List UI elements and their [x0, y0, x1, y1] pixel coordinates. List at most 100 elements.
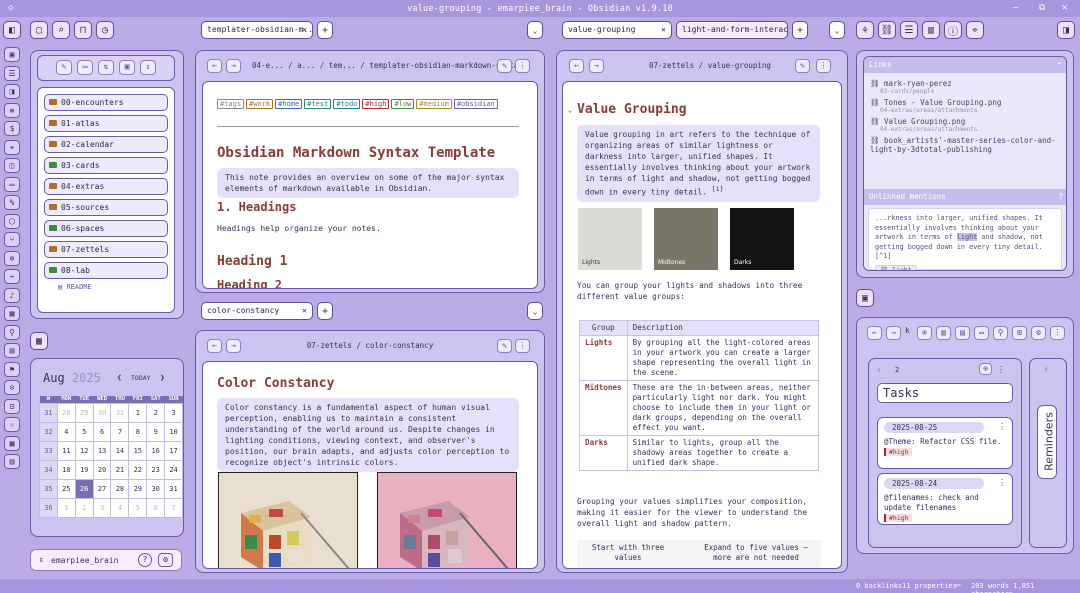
lane-add-icon[interactable]: ⊕ — [979, 363, 992, 375]
search-icon[interactable]: ⌕ — [52, 21, 70, 39]
note-icon[interactable]: ▤ — [955, 326, 970, 340]
folder-item[interactable]: 04-extras — [44, 178, 168, 195]
calendar-day[interactable]: 9 — [146, 421, 166, 442]
grid-icon[interactable]: ▦ — [4, 306, 20, 321]
calendar-prev-icon[interactable]: ❮ — [117, 373, 122, 382]
share-icon[interactable]: ⑂ — [4, 232, 20, 247]
minimize-icon[interactable]: — — [1013, 3, 1018, 13]
grid-icon[interactable]: ⊞ — [1012, 326, 1027, 340]
calendar-day[interactable]: 17 — [164, 440, 183, 461]
task-tag[interactable]: #high — [884, 448, 912, 456]
kanban-view-icon[interactable]: ▣ — [856, 289, 874, 307]
tab-light-and-form[interactable]: light-and-form-interaction — [676, 21, 788, 39]
calendar-day[interactable]: 1 — [56, 497, 76, 518]
add-icon[interactable]: ⊕ — [917, 326, 932, 340]
outline-icon[interactable]: ☰ — [900, 21, 918, 39]
link-item[interactable]: ⛓ mark-ryan-perez 03-cards/people — [870, 79, 1060, 95]
tag-pill[interactable]: #medium — [416, 99, 452, 109]
cube-icon[interactable]: ⬡ — [4, 213, 20, 229]
calendar-day[interactable]: 2 — [146, 402, 166, 423]
calendar-day[interactable]: 12 — [74, 440, 94, 461]
calendar-day[interactable]: 4 — [110, 497, 130, 518]
folder-item[interactable]: 00-encounters — [44, 94, 168, 111]
calendar-day[interactable]: 24 — [164, 459, 183, 480]
calendar-day[interactable]: 16 — [146, 440, 166, 461]
calendar-day[interactable]: 15 — [128, 440, 148, 461]
calendar-day[interactable]: 6 — [92, 421, 112, 442]
new-tab-button[interactable]: + — [317, 302, 333, 320]
tab-templater[interactable]: templater-obsidian-m... ✕ — [201, 21, 313, 39]
calendar-day[interactable]: 28 — [56, 402, 76, 423]
calendar-day[interactable]: 22 — [128, 459, 148, 480]
folder-item[interactable]: 02-calendar — [44, 136, 168, 153]
calendar-day[interactable]: 8 — [128, 421, 148, 442]
lane-collapse-icon[interactable]: ⇕ — [877, 366, 881, 374]
layers-icon[interactable]: ▭ — [4, 176, 20, 192]
calendar-day[interactable]: 5 — [74, 421, 94, 442]
calendar-day[interactable]: 1 — [128, 402, 148, 423]
calendar-day[interactable]: 7 — [164, 497, 183, 518]
lane-more-icon[interactable]: ⋮ — [997, 365, 1005, 374]
more-options-icon[interactable]: ⋮ — [515, 339, 530, 353]
percent-icon[interactable]: % — [4, 195, 20, 210]
breadcrumb[interactable]: 04-e... / a... / tem... / templater-obsi… — [252, 61, 523, 70]
task-more-icon[interactable]: ⋮ — [998, 422, 1006, 431]
edit-pencil-icon[interactable]: ✎ — [795, 59, 810, 73]
files-icon[interactable]: ▣ — [4, 47, 20, 62]
bookmark-icon[interactable]: ◨ — [4, 84, 20, 99]
task-more-icon[interactable]: ⋮ — [998, 478, 1006, 487]
calendar-day[interactable]: 26 — [74, 478, 94, 499]
fold-chevron-icon[interactable]: ⌄ — [568, 106, 572, 114]
tab-list-chevron-icon[interactable]: ⌄ — [527, 302, 543, 320]
help-icon[interactable]: ? — [138, 553, 152, 567]
mic-icon[interactable]: ♪ — [4, 287, 20, 303]
folder-item[interactable]: 07-zettels — [44, 241, 168, 258]
calendar-day[interactable]: 29 — [128, 478, 148, 499]
tab-value-grouping[interactable]: value-grouping ✕ — [562, 21, 672, 39]
recent-icon[interactable]: ◷ — [96, 21, 114, 39]
readme-file[interactable]: README — [66, 283, 91, 291]
dollar-icon[interactable]: ⌖ — [4, 139, 20, 155]
folder-item[interactable]: 06-spaces — [44, 220, 168, 237]
link-icon[interactable]: ⛓ — [878, 21, 896, 39]
archive-icon[interactable]: ▥ — [922, 21, 940, 39]
breadcrumb[interactable]: 07-zettels / color-constancy — [196, 341, 544, 350]
calendar-day[interactable]: 18 — [56, 459, 76, 480]
image-icon[interactable]: ▩ — [4, 435, 20, 451]
tab-color-constancy[interactable]: color-constancy ✕ — [201, 302, 313, 320]
edit-pencil-icon[interactable]: ✎ — [497, 339, 512, 353]
calendar-day[interactable]: 2 — [74, 497, 94, 518]
calendar-day[interactable]: 29 — [74, 402, 94, 423]
tag-pill[interactable]: #high — [362, 99, 390, 109]
sidebar-toggle-icon[interactable]: ◧ — [3, 21, 21, 39]
calendar-day[interactable]: 3 — [92, 497, 112, 518]
close-icon[interactable]: ✕ — [1062, 3, 1067, 13]
task-card[interactable]: 2025-08-24 ⋮ @filenames: check and update … — [877, 473, 1013, 525]
calendar-day[interactable]: 11 — [56, 440, 76, 461]
flow-icon[interactable]: ⊕ — [4, 250, 20, 266]
bookmark-icon[interactable]: ⊓ — [74, 21, 92, 39]
breadcrumb[interactable]: 07-zettels / value-grouping — [649, 61, 771, 70]
calendar-day[interactable]: 13 — [92, 440, 112, 461]
calendar-day[interactable]: 28 — [110, 478, 130, 499]
more-options-icon[interactable]: ⋮ — [515, 59, 530, 73]
new-folder-icon[interactable]: ▢ — [30, 21, 48, 39]
lock2-icon[interactable]: ⊡ — [4, 398, 20, 414]
calendar-day[interactable]: 25 — [56, 478, 76, 499]
tab-list-chevron-icon[interactable]: ⌄ — [527, 21, 543, 39]
calendar-day[interactable]: 7 — [110, 421, 130, 442]
new-tab-button[interactable]: + — [792, 21, 808, 39]
task-tag[interactable]: #high — [884, 514, 912, 522]
reminders-collapse-icon[interactable]: ⇕ — [1044, 365, 1048, 373]
search-icon[interactable]: ☰ — [4, 65, 20, 81]
lock-icon[interactable]: ⊙ — [4, 380, 20, 395]
folder-item[interactable]: 01-atlas — [44, 115, 168, 132]
calendar-day[interactable]: 6 — [146, 497, 166, 518]
properties-count[interactable]: 11 properties — [902, 582, 957, 590]
calendar-icon[interactable]: $ — [4, 121, 20, 136]
box-icon[interactable]: ▥ — [4, 454, 20, 469]
star-icon[interactable]: ☆ — [4, 417, 20, 432]
calendar-day[interactable]: 4 — [56, 421, 76, 442]
tag-pill[interactable]: #low — [391, 99, 415, 109]
tag-pill[interactable]: #test — [304, 99, 332, 109]
